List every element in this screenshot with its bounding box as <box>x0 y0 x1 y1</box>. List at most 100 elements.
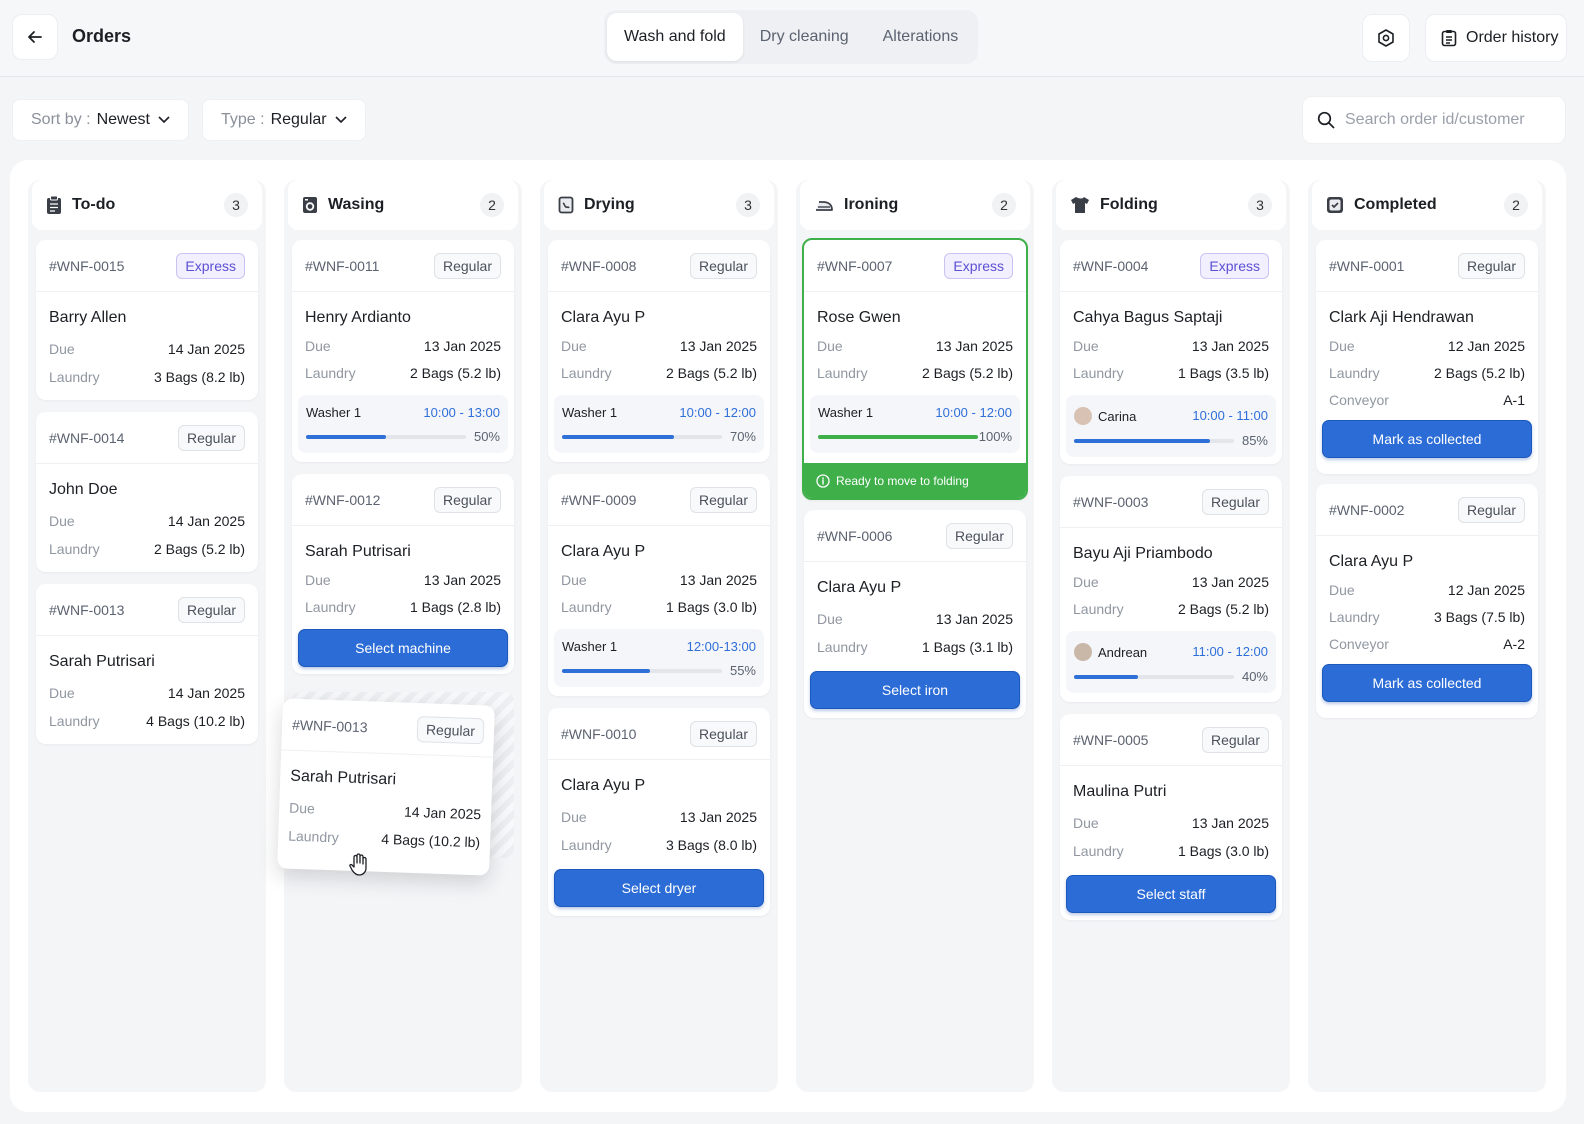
order-card[interactable]: #WNF-0010 Regular Clara Ayu P Due 13 Jan 2… <box>548 708 770 916</box>
laundry-amount: 1 Bags (2.8 lb) <box>409 599 501 615</box>
sort-label: Sort by : <box>31 111 91 128</box>
select-machine-button[interactable]: Select machine <box>298 629 508 667</box>
kanban-board: To-do 3 #WNF-0015 Express Barry Allen Due… <box>10 160 1566 1112</box>
order-card[interactable]: #WNF-0006 Regular Clara Ayu P Due 13 Jan 2… <box>804 510 1026 718</box>
progress-track <box>306 435 466 439</box>
dryer-icon <box>558 196 574 214</box>
order-history-button[interactable]: Order history <box>1425 14 1567 62</box>
column-count: 3 <box>736 193 760 217</box>
arrow-left-icon <box>28 31 42 43</box>
search-box[interactable] <box>1302 96 1566 144</box>
column-header: Completed 2 <box>1312 180 1542 230</box>
column-header: Wasing 2 <box>288 180 518 230</box>
order-id: #WNF-0004 <box>1073 257 1149 274</box>
order-id: #WNF-0006 <box>817 527 893 544</box>
column-title: Completed <box>1354 196 1437 213</box>
priority-badge: Regular <box>689 252 757 279</box>
order-card[interactable]: #WNF-0012 Regular Sarah Putrisari Due 13 J… <box>292 474 514 674</box>
laundry-label: Laundry <box>817 365 868 381</box>
type-dropdown[interactable]: Type : Regular <box>202 99 366 141</box>
laundry-amount: 1 Bags (3.5 lb) <box>1177 365 1269 381</box>
select-staff-button[interactable]: Select staff <box>1066 875 1276 913</box>
tab-dry-cleaning[interactable]: Dry cleaning <box>743 13 866 61</box>
ready-text: Ready to move to folding <box>836 474 969 488</box>
order-card[interactable]: #WNF-0003 Regular Bayu Aji Priambodo Due 1… <box>1060 476 1282 702</box>
select-dryer-button[interactable]: Select dryer <box>554 869 764 907</box>
order-card[interactable]: #WNF-0014 Regular John Doe Due 14 Jan 2025… <box>36 412 258 572</box>
avatar <box>1074 643 1092 661</box>
priority-badge: Regular <box>945 522 1013 549</box>
progress-percent: 70% <box>729 429 756 444</box>
staff-info: Andrean <box>1074 643 1147 661</box>
customer-name: Rose Gwen <box>817 309 901 326</box>
progress-fill <box>306 435 386 439</box>
laundry-amount: 2 Bags (5.2 lb) <box>1433 365 1525 381</box>
due-label: Due <box>49 341 75 357</box>
order-card[interactable]: #WNF-0001 Regular Clark Aji Hendrawan Due… <box>1316 240 1538 474</box>
order-id: #WNF-0015 <box>49 257 125 274</box>
laundry-amount: 2 Bags (5.2 lb) <box>1177 601 1269 617</box>
check-box-icon <box>1327 197 1343 213</box>
mark-as-collected-button[interactable]: Mark as collected <box>1322 664 1532 702</box>
order-card[interactable]: #WNF-0009 Regular Clara Ayu P Due 13 Jan 2… <box>548 474 770 696</box>
due-date: 13 Jan 2025 <box>679 338 757 354</box>
washing-machine-icon <box>303 197 317 213</box>
order-history-label: Order history <box>1466 29 1559 46</box>
conveyor-label: Conveyor <box>1329 392 1389 408</box>
search-input[interactable] <box>1345 111 1545 129</box>
customer-name: Sarah Putrisari <box>290 767 397 789</box>
order-card[interactable]: #WNF-0005 Regular Maulina Putri Due 13 Jan… <box>1060 714 1282 920</box>
due-label: Due <box>305 572 331 588</box>
grab-hand-cursor-icon <box>349 853 367 876</box>
laundry-label: Laundry <box>1073 365 1124 381</box>
settings-button[interactable] <box>1362 14 1410 62</box>
conveyor-value: A-2 <box>1503 636 1525 652</box>
tab-alterations[interactable]: Alterations <box>866 13 976 61</box>
progress-percent: 50% <box>473 429 500 444</box>
due-label: Due <box>49 685 75 701</box>
laundry-amount: 2 Bags (5.2 lb) <box>921 365 1013 381</box>
laundry-amount: 3 Bags (8.0 lb) <box>665 837 757 853</box>
progress-percent: 100% <box>978 429 1012 444</box>
order-id: #WNF-0012 <box>305 491 381 508</box>
order-card[interactable]: #WNF-0011 Regular Henry Ardianto Due 13 Ja… <box>292 240 514 462</box>
due-label: Due <box>305 338 331 354</box>
order-id: #WNF-0013 <box>49 601 125 618</box>
mark-as-collected-button[interactable]: Mark as collected <box>1322 420 1532 458</box>
order-card[interactable]: #WNF-0002 Regular Clara Ayu P Due 12 Jan 2… <box>1316 484 1538 718</box>
order-id: #WNF-0001 <box>1329 257 1405 274</box>
laundry-label: Laundry <box>817 639 868 655</box>
laundry-label: Laundry <box>561 599 612 615</box>
machine-time: 12:00-13:00 <box>686 639 756 654</box>
priority-badge: Regular <box>689 486 757 513</box>
order-card[interactable]: #WNF-0013 Regular Sarah Putrisari Due 14 J… <box>36 584 258 744</box>
machine-name: Washer 1 <box>306 405 362 420</box>
laundry-amount: 2 Bags (5.2 lb) <box>665 365 757 381</box>
select-iron-button[interactable]: Select iron <box>810 671 1020 709</box>
priority-badge: Regular <box>689 720 757 747</box>
order-id: #WNF-0014 <box>49 429 125 446</box>
avatar <box>1074 407 1092 425</box>
order-id: #WNF-0013 <box>291 716 368 735</box>
due-date: 13 Jan 2025 <box>1191 338 1269 354</box>
order-card[interactable]: #WNF-0008 Regular Clara Ayu P Due 13 Jan 2… <box>548 240 770 462</box>
customer-name: Henry Ardianto <box>305 309 411 326</box>
customer-name: Clara Ayu P <box>1329 553 1414 570</box>
order-card[interactable]: #WNF-0004 Express Cahya Bagus Saptaji Due… <box>1060 240 1282 464</box>
sort-dropdown[interactable]: Sort by : Newest <box>12 99 189 141</box>
machine-time: 10:00 - 12:00 <box>935 405 1012 420</box>
staff-name: Andrean <box>1098 644 1148 660</box>
priority-badge: Express <box>944 252 1013 279</box>
due-label: Due <box>1329 582 1355 598</box>
laundry-label: Laundry <box>305 599 356 615</box>
due-date: 12 Jan 2025 <box>1447 338 1525 354</box>
sort-value: Newest <box>96 111 150 128</box>
back-button[interactable] <box>12 14 58 60</box>
dragging-order-card[interactable]: #WNF-0013 Regular Sarah Putrisari Due 14 J… <box>277 698 495 876</box>
iron-icon <box>816 201 833 211</box>
order-id: #WNF-0008 <box>561 257 637 274</box>
order-card[interactable]: #WNF-0015 Express Barry Allen Due 14 Jan 2… <box>36 240 258 400</box>
due-date: 13 Jan 2025 <box>935 611 1013 627</box>
tab-wash-and-fold[interactable]: Wash and fold <box>607 13 743 61</box>
order-card-ready[interactable]: #WNF-0007 Express Rose Gwen Due 13 Jan 202… <box>802 238 1028 500</box>
